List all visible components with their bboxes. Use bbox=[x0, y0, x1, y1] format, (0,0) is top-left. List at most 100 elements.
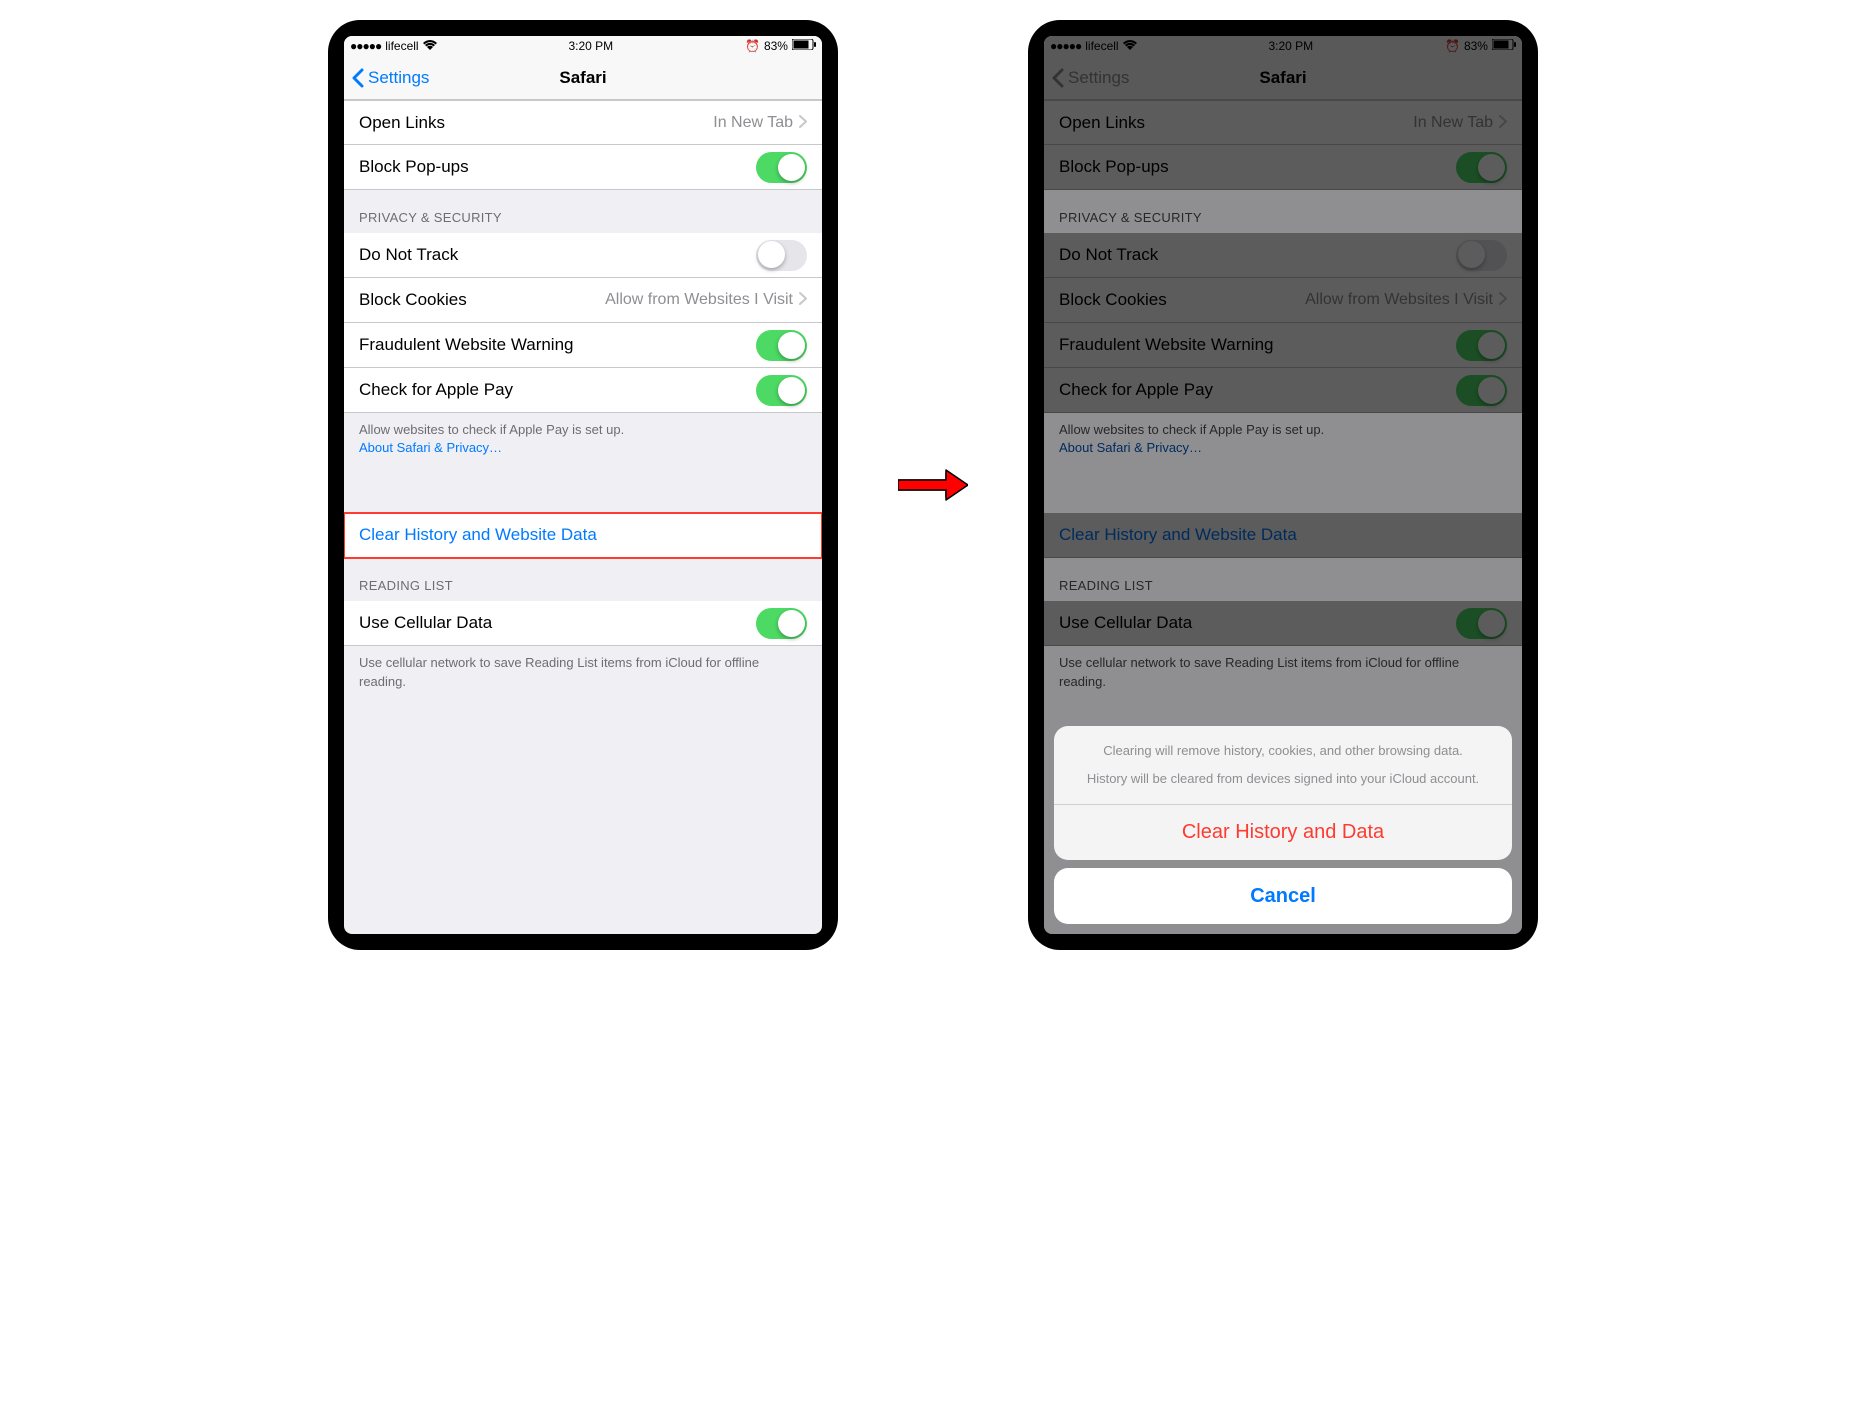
clear-history-label: Clear History and Website Data bbox=[359, 525, 807, 545]
privacy-header: PRIVACY & SECURITY bbox=[1044, 190, 1522, 233]
apple-pay-footer-text: Allow websites to check if Apple Pay is … bbox=[359, 422, 624, 437]
block-cookies-row: Block Cookies Allow from Websites I Visi… bbox=[1044, 278, 1522, 323]
do-not-track-row[interactable]: Do Not Track bbox=[344, 233, 822, 278]
do-not-track-toggle[interactable] bbox=[756, 240, 807, 271]
block-cookies-value: Allow from Websites I Visit bbox=[1175, 291, 1493, 309]
block-popups-row: Block Pop-ups bbox=[1044, 145, 1522, 190]
block-popups-label: Block Pop-ups bbox=[359, 157, 756, 177]
clear-history-data-button[interactable]: Clear History and Data bbox=[1054, 804, 1512, 860]
fraudulent-row: Fraudulent Website Warning bbox=[1044, 323, 1522, 368]
open-links-value: In New Tab bbox=[1413, 114, 1493, 132]
clear-history-row[interactable]: Clear History and Website Data bbox=[344, 513, 822, 558]
do-not-track-toggle bbox=[1456, 240, 1507, 271]
fraudulent-label: Fraudulent Website Warning bbox=[359, 335, 756, 355]
cellular-toggle bbox=[1456, 608, 1507, 639]
privacy-header: PRIVACY & SECURITY bbox=[344, 190, 822, 233]
cellular-label: Use Cellular Data bbox=[1059, 613, 1456, 633]
carrier-label: lifecell bbox=[385, 39, 418, 53]
sheet-cancel-group: Cancel bbox=[1054, 868, 1512, 924]
screen-left: ●●●●● lifecell 3:20 PM ⏰ 83% Settings Sa… bbox=[344, 36, 822, 934]
sheet-message: Clearing will remove history, cookies, a… bbox=[1054, 726, 1512, 804]
battery-label: 83% bbox=[1464, 39, 1488, 53]
chevron-left-icon bbox=[1052, 68, 1064, 88]
chevron-right-icon bbox=[799, 290, 807, 310]
back-label: Settings bbox=[1068, 68, 1129, 88]
fraudulent-toggle[interactable] bbox=[756, 330, 807, 361]
open-links-row[interactable]: Open Links In New Tab bbox=[344, 100, 822, 145]
arrow-icon bbox=[898, 465, 968, 505]
time-label: 3:20 PM bbox=[1268, 39, 1313, 53]
back-label: Settings bbox=[368, 68, 429, 88]
nav-bar: Settings Safari bbox=[344, 56, 822, 100]
clear-history-label: Clear History and Website Data bbox=[1059, 525, 1507, 545]
settings-content[interactable]: Open Links In New Tab Block Pop-ups PRIV… bbox=[344, 100, 822, 934]
signal-dots-icon: ●●●●● bbox=[350, 39, 381, 53]
apple-pay-footer-text: Allow websites to check if Apple Pay is … bbox=[1059, 422, 1324, 437]
alarm-icon: ⏰ bbox=[1445, 39, 1460, 53]
phone-right: ●●●●● lifecell 3:20 PM ⏰ 83% Settings Sa… bbox=[1028, 20, 1538, 950]
battery-icon bbox=[1492, 39, 1516, 53]
chevron-left-icon bbox=[352, 68, 364, 88]
apple-pay-row[interactable]: Check for Apple Pay bbox=[344, 368, 822, 413]
block-cookies-value: Allow from Websites I Visit bbox=[475, 291, 793, 309]
fraudulent-label: Fraudulent Website Warning bbox=[1059, 335, 1456, 355]
open-links-label: Open Links bbox=[359, 113, 713, 133]
time-label: 3:20 PM bbox=[568, 39, 613, 53]
back-button: Settings bbox=[1044, 68, 1129, 88]
cellular-toggle[interactable] bbox=[756, 608, 807, 639]
open-links-row: Open Links In New Tab bbox=[1044, 100, 1522, 145]
about-privacy-link: About Safari & Privacy… bbox=[1059, 440, 1202, 455]
screen-right: ●●●●● lifecell 3:20 PM ⏰ 83% Settings Sa… bbox=[1044, 36, 1522, 934]
cellular-row[interactable]: Use Cellular Data bbox=[344, 601, 822, 646]
block-popups-toggle[interactable] bbox=[756, 152, 807, 183]
apple-pay-footer: Allow websites to check if Apple Pay is … bbox=[344, 413, 822, 477]
block-cookies-label: Block Cookies bbox=[1059, 290, 1167, 310]
open-links-label: Open Links bbox=[1059, 113, 1413, 133]
signal-dots-icon: ●●●●● bbox=[1050, 39, 1081, 53]
battery-icon bbox=[792, 39, 816, 53]
cellular-row: Use Cellular Data bbox=[1044, 601, 1522, 646]
block-popups-toggle bbox=[1456, 152, 1507, 183]
about-privacy-link[interactable]: About Safari & Privacy… bbox=[359, 440, 502, 455]
phone-left: ●●●●● lifecell 3:20 PM ⏰ 83% Settings Sa… bbox=[328, 20, 838, 950]
wifi-icon bbox=[423, 39, 437, 53]
apple-pay-label: Check for Apple Pay bbox=[1059, 380, 1456, 400]
clear-history-row: Clear History and Website Data bbox=[1044, 513, 1522, 558]
block-popups-row[interactable]: Block Pop-ups bbox=[344, 145, 822, 190]
block-cookies-row[interactable]: Block Cookies Allow from Websites I Visi… bbox=[344, 278, 822, 323]
chevron-right-icon bbox=[1499, 290, 1507, 310]
cancel-button[interactable]: Cancel bbox=[1054, 868, 1512, 924]
cellular-footer: Use cellular network to save Reading Lis… bbox=[344, 646, 822, 710]
action-sheet: Clearing will remove history, cookies, a… bbox=[1054, 726, 1512, 924]
fraudulent-toggle bbox=[1456, 330, 1507, 361]
cellular-footer: Use cellular network to save Reading Lis… bbox=[1044, 646, 1522, 710]
nav-bar: Settings Safari bbox=[1044, 56, 1522, 100]
do-not-track-row: Do Not Track bbox=[1044, 233, 1522, 278]
do-not-track-label: Do Not Track bbox=[359, 245, 756, 265]
battery-label: 83% bbox=[764, 39, 788, 53]
open-links-value: In New Tab bbox=[713, 114, 793, 132]
apple-pay-toggle[interactable] bbox=[756, 375, 807, 406]
apple-pay-row: Check for Apple Pay bbox=[1044, 368, 1522, 413]
status-bar: ●●●●● lifecell 3:20 PM ⏰ 83% bbox=[1044, 36, 1522, 56]
back-button[interactable]: Settings bbox=[344, 68, 429, 88]
apple-pay-label: Check for Apple Pay bbox=[359, 380, 756, 400]
chevron-right-icon bbox=[799, 113, 807, 133]
reading-list-header: READING LIST bbox=[344, 558, 822, 601]
fraudulent-row[interactable]: Fraudulent Website Warning bbox=[344, 323, 822, 368]
apple-pay-footer: Allow websites to check if Apple Pay is … bbox=[1044, 413, 1522, 477]
carrier-label: lifecell bbox=[1085, 39, 1118, 53]
sheet-message-line1: Clearing will remove history, cookies, a… bbox=[1074, 742, 1492, 760]
reading-list-header: READING LIST bbox=[1044, 558, 1522, 601]
block-popups-label: Block Pop-ups bbox=[1059, 157, 1456, 177]
apple-pay-toggle bbox=[1456, 375, 1507, 406]
sheet-main-group: Clearing will remove history, cookies, a… bbox=[1054, 726, 1512, 860]
do-not-track-label: Do Not Track bbox=[1059, 245, 1456, 265]
wifi-icon bbox=[1123, 39, 1137, 53]
block-cookies-label: Block Cookies bbox=[359, 290, 467, 310]
chevron-right-icon bbox=[1499, 113, 1507, 133]
alarm-icon: ⏰ bbox=[745, 39, 760, 53]
cellular-label: Use Cellular Data bbox=[359, 613, 756, 633]
sheet-message-line2: History will be cleared from devices sig… bbox=[1074, 770, 1492, 788]
status-bar: ●●●●● lifecell 3:20 PM ⏰ 83% bbox=[344, 36, 822, 56]
